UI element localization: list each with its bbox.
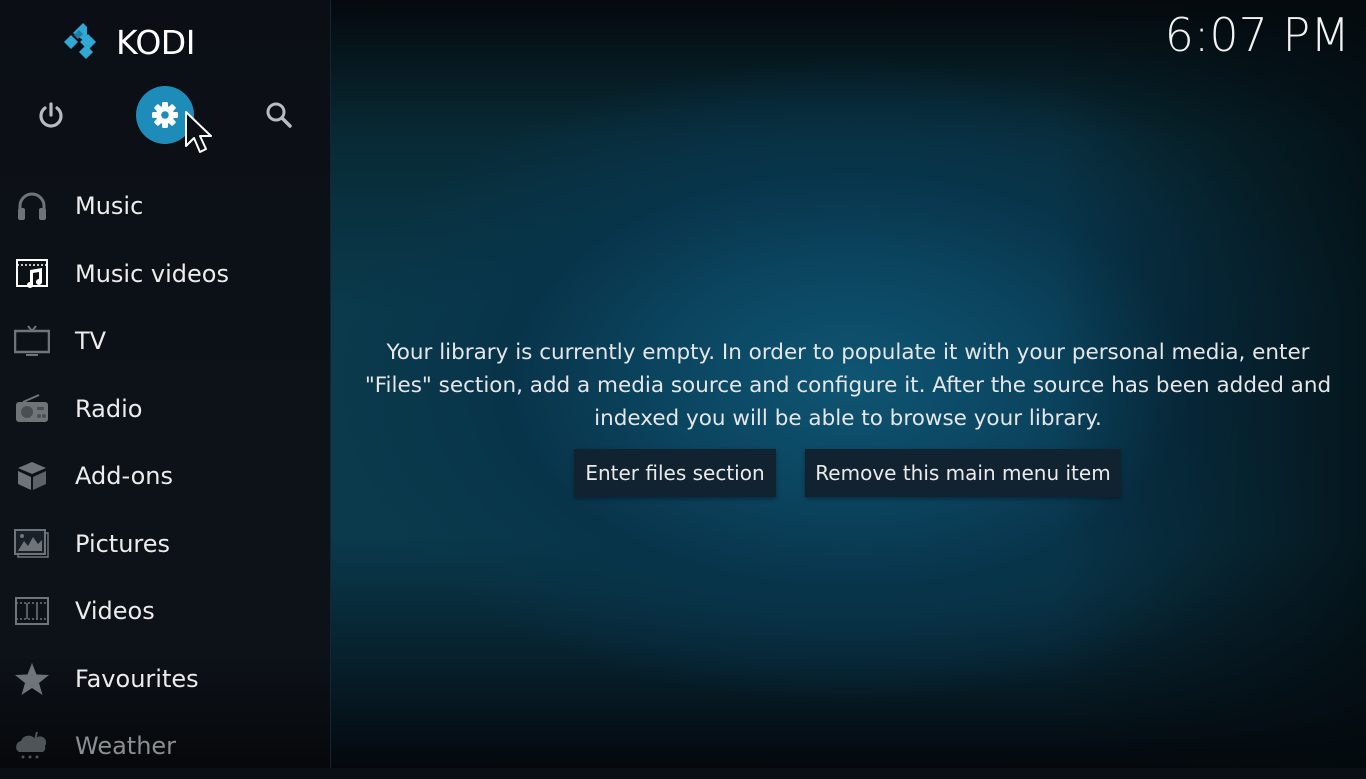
empty-library-actions: Enter files section Remove this main men…	[0, 449, 1366, 499]
empty-library-message: Your library is currently empty. In orde…	[364, 340, 1332, 431]
film-icon	[13, 593, 51, 629]
menu-item-radio[interactable]: Radio	[0, 375, 330, 442]
headphones-icon	[13, 188, 51, 224]
weather-icon	[13, 728, 51, 764]
menu-item-label: Weather	[75, 731, 177, 760]
menu-item-label: Music	[75, 191, 144, 220]
menu-item-music-videos[interactable]: Music videos	[0, 240, 330, 307]
remove-menu-item-button[interactable]: Remove this main menu item	[805, 449, 1121, 497]
sidebar: KODI Music Music videos TV Radio Add-ons…	[0, 0, 331, 768]
enter-files-section-button[interactable]: Enter files section	[574, 449, 776, 497]
menu-item-tv[interactable]: TV	[0, 307, 330, 374]
radio-icon	[13, 391, 51, 427]
music-video-icon	[13, 256, 51, 292]
search-icon	[266, 102, 292, 128]
menu-item-pictures[interactable]: Pictures	[0, 510, 330, 577]
menu-item-label: Favourites	[75, 664, 199, 693]
search-button[interactable]	[250, 86, 308, 144]
star-icon	[13, 661, 51, 697]
pictures-icon	[13, 526, 51, 562]
power-button[interactable]	[22, 86, 80, 144]
tv-icon	[13, 323, 51, 359]
mouse-cursor-icon	[185, 111, 212, 153]
kodi-logo-text: KODI	[116, 22, 195, 62]
clock: 6:07 PM	[1164, 8, 1350, 62]
menu-item-music[interactable]: Music	[0, 172, 330, 239]
menu-item-label: Music videos	[75, 259, 229, 288]
kodi-logo: KODI	[62, 22, 195, 62]
menu-item-weather[interactable]: Weather	[0, 712, 330, 779]
kodi-logo-icon	[64, 23, 96, 59]
menu-item-label: Videos	[75, 596, 155, 625]
menu-item-label: TV	[75, 326, 107, 355]
gear-icon	[152, 102, 178, 128]
menu-item-favourites[interactable]: Favourites	[0, 645, 330, 712]
power-icon	[39, 102, 63, 128]
menu-item-videos[interactable]: Videos	[0, 577, 330, 644]
menu-item-label: Pictures	[75, 529, 171, 558]
menu-item-label: Radio	[75, 394, 143, 423]
